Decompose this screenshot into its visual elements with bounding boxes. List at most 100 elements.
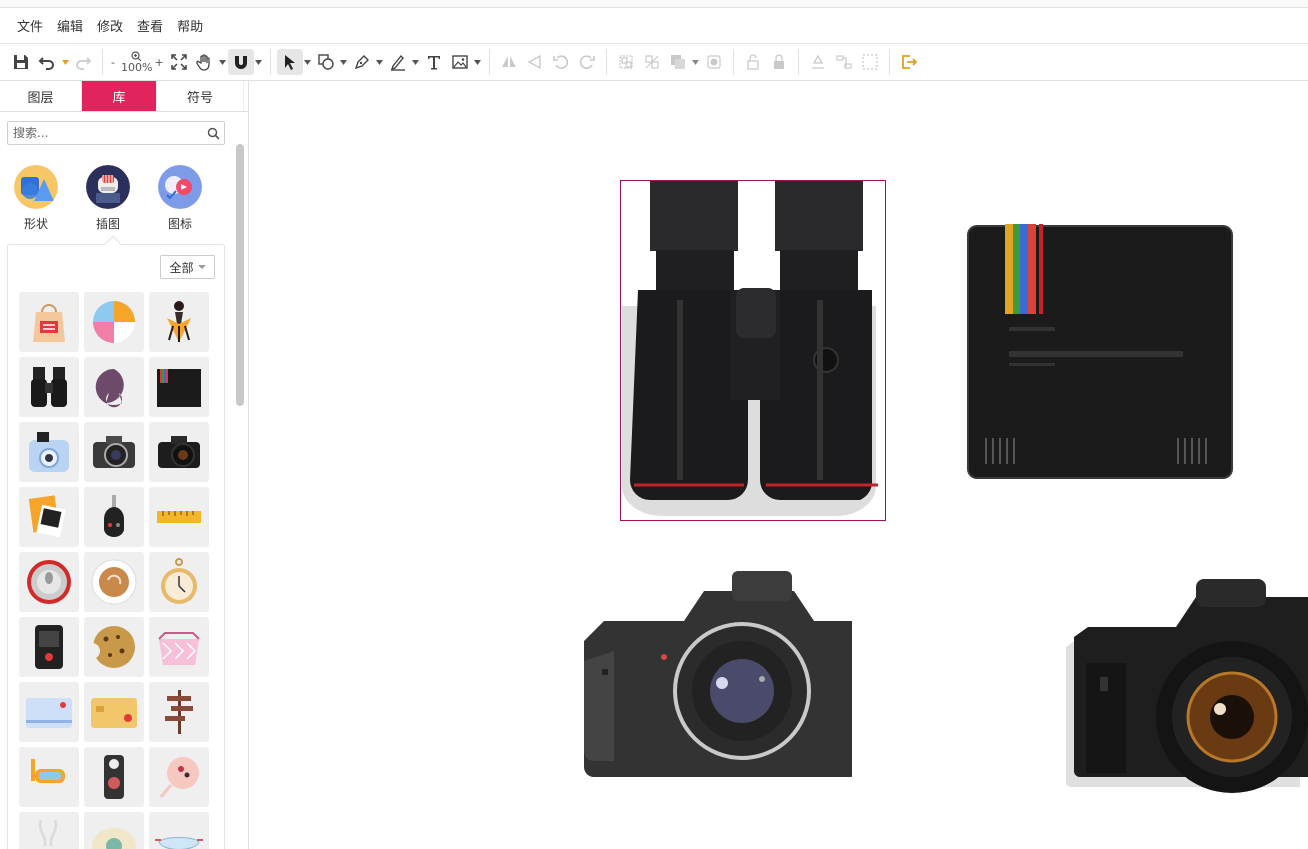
category-illustration[interactable]: 插图 — [86, 165, 130, 232]
search-input[interactable] — [8, 126, 202, 140]
exit-icon[interactable] — [896, 49, 922, 75]
rotate-right-icon[interactable] — [574, 49, 600, 75]
library-item-neck-pillow[interactable] — [84, 357, 144, 417]
library-item-pocket-watch[interactable] — [149, 552, 209, 612]
pen-dropdown-icon[interactable] — [375, 49, 385, 75]
library-item-dslr-camera-dark[interactable] — [149, 422, 209, 482]
fit-icon[interactable] — [166, 49, 192, 75]
library-item-beach-ball[interactable] — [84, 292, 144, 352]
category-row: 形状 插图 图标 — [14, 165, 202, 232]
unlock-icon[interactable] — [766, 49, 792, 75]
canvas-object-dslr-camera-2[interactable] — [1064, 577, 1308, 795]
image-dropdown-icon[interactable] — [473, 49, 483, 75]
library-item-cookie[interactable] — [84, 617, 144, 677]
library-item-snorkel-mask[interactable] — [19, 747, 79, 807]
sidebar: 图层 库 符号 形状 插图 图标 全部 — [0, 81, 249, 849]
illustration-category-icon — [86, 165, 130, 209]
library-item-duty-free-bag[interactable] — [19, 292, 79, 352]
undo-dropdown-icon[interactable] — [60, 49, 70, 75]
library-item-action-camera[interactable] — [19, 617, 79, 677]
library-item-dslr-camera[interactable] — [84, 422, 144, 482]
shape-icon[interactable] — [313, 49, 339, 75]
hand-icon[interactable] — [192, 49, 218, 75]
select-region-icon[interactable] — [857, 49, 883, 75]
library-item-binoculars[interactable] — [19, 357, 79, 417]
toolbar-separator — [797, 49, 799, 75]
tab-library[interactable]: 库 — [82, 81, 157, 111]
pen-icon[interactable] — [349, 49, 375, 75]
recycle-icon[interactable] — [805, 49, 831, 75]
library-item-car-key[interactable] — [84, 487, 144, 547]
arrange-dropdown-icon[interactable] — [691, 49, 701, 75]
library-item-credit-card-gold[interactable] — [84, 682, 144, 742]
menu-view[interactable]: 查看 — [130, 16, 170, 35]
canvas-object-instant-camera[interactable] — [966, 224, 1234, 480]
zoom-in-button[interactable]: + — [154, 56, 163, 69]
library-grid — [19, 292, 209, 849]
instant-camera-illustration — [967, 224, 1233, 479]
library-item-can-top[interactable] — [19, 552, 79, 612]
image-icon[interactable] — [447, 49, 473, 75]
zoom-control[interactable]: - 100% + — [109, 49, 166, 75]
library-item-plate[interactable] — [84, 812, 144, 849]
library-item-tape-measure[interactable] — [149, 487, 209, 547]
flip-horizontal-icon[interactable] — [496, 49, 522, 75]
library-item-cosmetic-bag[interactable] — [149, 617, 209, 677]
hand-dropdown-icon[interactable] — [218, 49, 228, 75]
shape-dropdown-icon[interactable] — [339, 49, 349, 75]
category-shapes[interactable]: 形状 — [14, 165, 58, 232]
rotate-left-icon[interactable] — [548, 49, 574, 75]
toolbar-separator — [102, 49, 103, 75]
library-item-coffee-cup[interactable] — [84, 552, 144, 612]
toolbar-separator — [605, 49, 607, 75]
menu-edit[interactable]: 编辑 — [50, 16, 90, 35]
tab-symbols[interactable]: 符号 — [157, 81, 244, 111]
save-icon[interactable] — [8, 49, 34, 75]
search-icon[interactable] — [202, 122, 224, 144]
menu-help[interactable]: 帮助 — [170, 16, 210, 35]
sidebar-scrollbar[interactable] — [236, 144, 244, 406]
toolbar-separator — [269, 49, 271, 75]
library-item-signpost[interactable] — [149, 682, 209, 742]
pencil-icon[interactable] — [385, 49, 411, 75]
library-item-door-hanger[interactable] — [84, 747, 144, 807]
arrange-icon[interactable] — [665, 49, 691, 75]
group-icon[interactable] — [613, 49, 639, 75]
library-item-instant-camera-black[interactable] — [149, 357, 209, 417]
chevron-down-icon — [197, 265, 206, 269]
pointer-icon[interactable] — [276, 49, 303, 75]
menu-file[interactable]: 文件 — [10, 16, 50, 35]
menu-modify[interactable]: 修改 — [90, 16, 130, 35]
lock-icon[interactable] — [740, 49, 766, 75]
tab-layers[interactable]: 图层 — [0, 81, 82, 111]
connect-icon[interactable] — [831, 49, 857, 75]
magnet-dropdown-icon[interactable] — [254, 49, 264, 75]
category-icons[interactable]: 图标 — [158, 165, 202, 232]
canvas-object-dslr-camera[interactable] — [582, 571, 860, 781]
library-item-earphones[interactable] — [19, 812, 79, 849]
opacity-icon[interactable] — [701, 49, 727, 75]
library-item-instant-camera-blue[interactable] — [19, 422, 79, 482]
dslr-camera-2-illustration — [1064, 579, 1308, 793]
filter-dropdown[interactable]: 全部 — [160, 255, 215, 279]
library-item-lollipop[interactable] — [149, 747, 209, 807]
magnet-icon[interactable] — [227, 49, 254, 75]
selection-box — [620, 180, 886, 521]
toolbar: - 100% + — [0, 44, 1308, 81]
ungroup-icon[interactable] — [639, 49, 665, 75]
library-item-credit-card-blue[interactable] — [19, 682, 79, 742]
category-icons-label: 图标 — [167, 217, 192, 231]
pointer-dropdown-icon[interactable] — [303, 49, 313, 75]
canvas-object-binoculars[interactable] — [620, 180, 886, 521]
undo-icon[interactable] — [34, 49, 60, 75]
pencil-dropdown-icon[interactable] — [411, 49, 421, 75]
library-item-photos[interactable] — [19, 487, 79, 547]
library-item-hula-figure[interactable] — [149, 292, 209, 352]
text-icon[interactable] — [421, 49, 447, 75]
toolbar-separator — [888, 49, 890, 75]
flip-vertical-icon[interactable] — [522, 49, 548, 75]
redo-icon[interactable] — [70, 49, 96, 75]
drawing-canvas[interactable] — [250, 81, 1308, 849]
zoom-out-button[interactable]: - — [111, 56, 115, 69]
library-item-sleep-mask[interactable] — [149, 812, 209, 849]
